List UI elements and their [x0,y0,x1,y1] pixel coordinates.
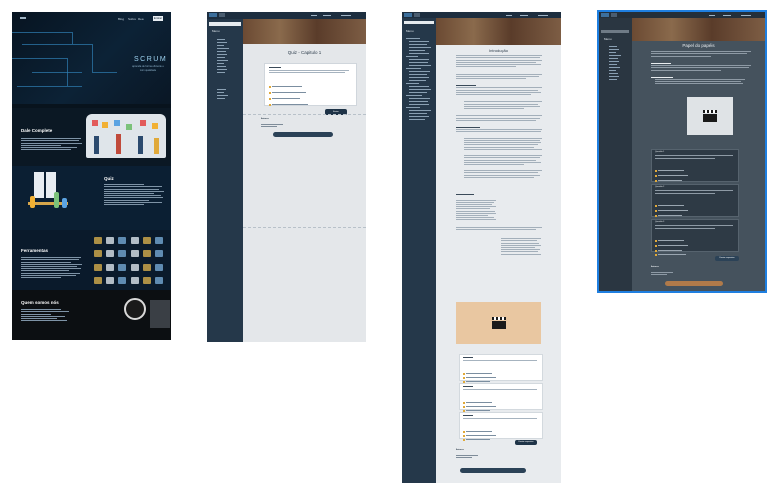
notebook-image [150,300,170,328]
section-about: Quem somos nós [12,290,171,340]
sidebar: Menu [207,12,243,342]
section-text [21,137,83,151]
question-card [264,63,357,106]
video-placeholder[interactable] [456,302,541,344]
question-card: Questão 1 [651,149,739,186]
question-card: Questão 3 [651,219,739,256]
article-body [651,50,751,86]
menu-icon[interactable] [611,13,617,17]
video-placeholder[interactable] [687,97,733,135]
nav-link[interactable] [341,15,351,16]
question-label: Questão 2 [655,186,665,188]
sidebar-menu[interactable] [217,37,235,101]
sidebar-menu[interactable] [609,44,627,82]
sidebar: Menu [599,12,632,291]
sidebar: Menu [402,12,436,483]
roles-page-preview-selected[interactable]: Menu Papel do papéis Questão 1 Questão 2… [597,10,767,293]
page-title: Introdução [489,48,508,53]
nav-link[interactable]: Sobre [128,17,136,21]
sidebar-menu[interactable] [406,36,434,122]
nav-link[interactable] [506,15,512,16]
logo[interactable] [20,17,26,19]
nav-link[interactable]: Rea [138,17,144,21]
question-card [459,412,543,441]
landing-page-preview: Blog Sobre Rea Entrar SCRUM aprenda de f… [12,12,171,340]
question-card [459,383,543,412]
article-body [456,54,542,231]
section-title: Quiz [104,176,114,181]
footer-label: Autores: [261,118,270,120]
course-banner [632,18,765,41]
hero-subtitle: aprenda de forma eficiente e com qualida… [132,65,164,72]
page-title: Papel do papéis [682,43,715,48]
search-input[interactable] [601,30,629,33]
sidebar-title: Menu [406,29,414,33]
hero-title: SCRUM [134,56,168,63]
answer-option[interactable] [655,246,686,264]
search-input[interactable] [209,22,241,26]
footer-authors [261,123,291,129]
question-label: Questão 3 [655,221,665,223]
section-title: Quem somos nós [21,300,59,305]
question-card [459,354,543,383]
nav-link[interactable] [520,15,528,16]
search-input[interactable] [404,21,434,24]
nav-link[interactable] [709,15,715,16]
nav-link[interactable] [723,15,731,16]
section-title: Dale Complete [21,128,53,133]
coffee-cup-image [124,298,146,320]
nav-link[interactable] [311,15,317,16]
submit-button[interactable]: Enviar respostas [515,440,537,445]
footer-label: Autores: [456,449,465,451]
footer-authors [456,454,486,460]
question-card: Questão 2 [651,184,739,221]
nav-link[interactable] [323,15,331,16]
tools-icon-grid [94,237,164,287]
question-label: Questão 1 [655,151,665,153]
sidebar-title: Menu [604,37,612,41]
section-title: Ferramentas [21,248,49,253]
intro-page-preview: Menu Introdução Enviar respostas Autores… [402,12,561,483]
logo[interactable] [404,13,412,17]
nav-login-button[interactable]: Entrar [153,16,163,21]
logo[interactable] [209,13,217,17]
quiz-illustration [24,172,74,222]
course-banner [243,19,366,44]
footer-label: Autores: [651,266,660,268]
divider [243,227,366,228]
pagination[interactable] [273,132,333,137]
nav-link[interactable]: Blog [118,17,124,21]
divider [243,114,366,115]
menu-icon[interactable] [219,13,225,17]
section-quiz: Quiz [12,166,171,230]
submit-button[interactable]: Enviar respostas [715,256,739,261]
nav-link[interactable] [741,15,751,16]
footer-authors [651,271,681,277]
section-text [21,308,71,322]
pagination[interactable] [665,281,723,286]
article-column [501,237,541,256]
top-bar [207,12,366,19]
quiz-page-preview: Menu Quiz - Capitulo 1 Enviar Autores: [207,12,366,342]
answer-option[interactable] [269,96,308,114]
answer-option[interactable] [463,431,490,449]
top-nav: Blog Sobre Rea Entrar [12,16,171,22]
section-text [21,256,83,279]
section-text [104,183,164,206]
sidebar-title: Menu [212,29,220,33]
clapperboard-icon [492,317,507,329]
team-board-illustration [86,114,166,158]
section-complete: Dale Complete [12,108,171,166]
nav-link[interactable] [538,15,548,16]
course-banner [436,18,561,45]
page-title: Quiz - Capitulo 1 [287,50,322,55]
menu-icon[interactable] [414,13,420,17]
pagination[interactable] [460,468,526,473]
roles-page: Menu Papel do papéis Questão 1 Questão 2… [599,12,765,291]
clapperboard-icon [703,110,718,122]
logo[interactable] [601,13,609,17]
